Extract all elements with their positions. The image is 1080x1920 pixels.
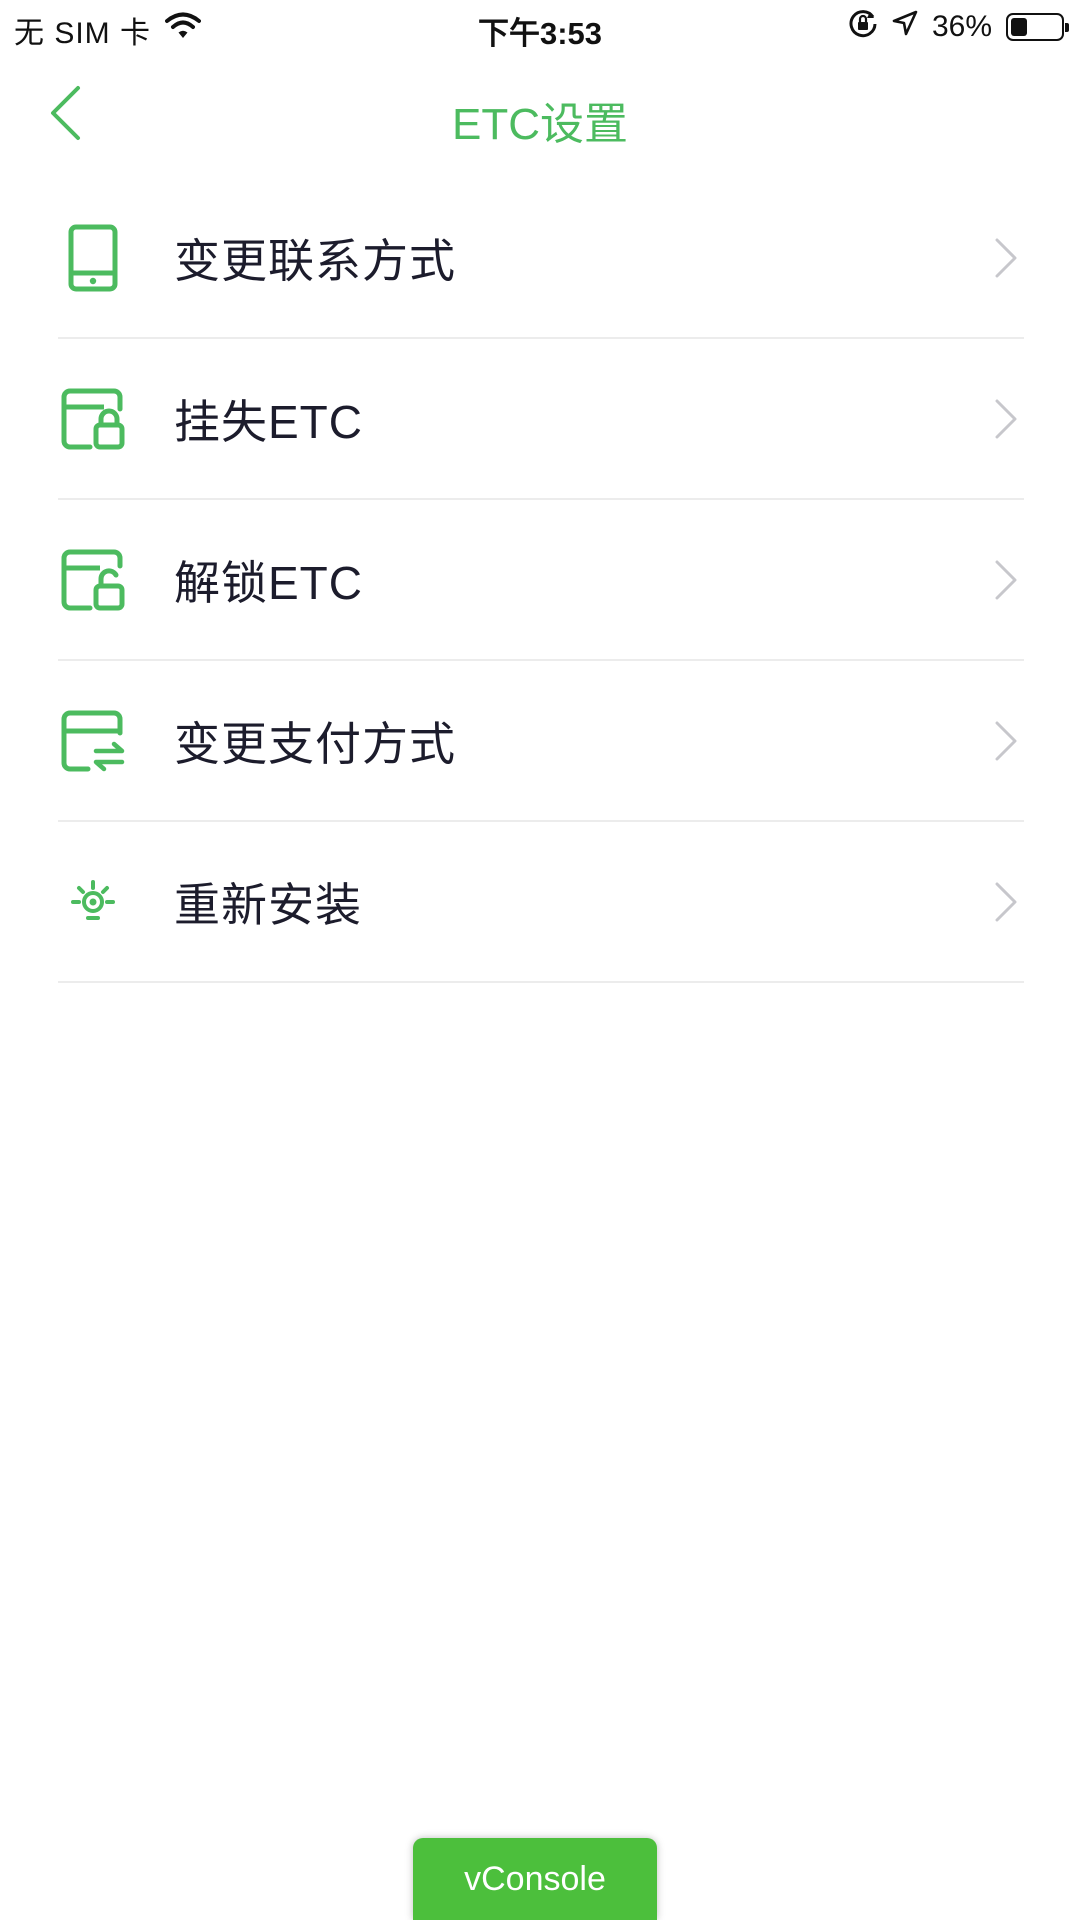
menu-item-label: 重新安装 bbox=[174, 878, 362, 931]
settings-menu: 变更联系方式 挂失ETC 解锁ETC 变更支付方式 重新安装 bbox=[58, 178, 1024, 983]
rotation-lock-icon bbox=[848, 8, 878, 46]
menu-item-change-contact[interactable]: 变更联系方式 bbox=[58, 178, 1024, 339]
chevron-right-icon bbox=[988, 716, 1024, 766]
status-bar: 无 SIM 卡 下午3:53 36% bbox=[0, 0, 1080, 56]
menu-item-label: 解锁ETC bbox=[174, 556, 363, 609]
menu-item-report-loss[interactable]: 挂失ETC bbox=[58, 339, 1024, 500]
page-title: ETC设置 bbox=[452, 100, 628, 149]
status-bar-right: 36% bbox=[834, 8, 1069, 46]
bulb-icon bbox=[58, 867, 128, 937]
chevron-right-icon bbox=[988, 233, 1024, 283]
battery-icon bbox=[1006, 13, 1069, 41]
nav-bar: ETC设置 bbox=[0, 60, 1080, 170]
chevron-right-icon bbox=[988, 394, 1024, 444]
battery-level bbox=[1011, 18, 1028, 36]
menu-item-reinstall[interactable]: 重新安装 bbox=[58, 822, 1024, 983]
location-arrow-icon bbox=[892, 10, 918, 44]
menu-item-change-payment[interactable]: 变更支付方式 bbox=[58, 661, 1024, 822]
phone-icon bbox=[58, 223, 128, 293]
card-unlock-icon bbox=[58, 545, 128, 615]
menu-item-unlock[interactable]: 解锁ETC bbox=[58, 500, 1024, 661]
card-exchange-icon bbox=[58, 706, 128, 776]
card-lock-icon bbox=[58, 384, 128, 454]
menu-item-label: 变更支付方式 bbox=[174, 717, 456, 770]
battery-percent: 36% bbox=[931, 10, 992, 43]
battery-cap bbox=[1065, 23, 1069, 32]
vconsole-button[interactable]: vConsole bbox=[413, 1838, 657, 1920]
chevron-right-icon bbox=[988, 555, 1024, 605]
menu-item-label: 挂失ETC bbox=[174, 395, 363, 448]
menu-item-label: 变更联系方式 bbox=[174, 234, 456, 287]
chevron-right-icon bbox=[988, 877, 1024, 927]
